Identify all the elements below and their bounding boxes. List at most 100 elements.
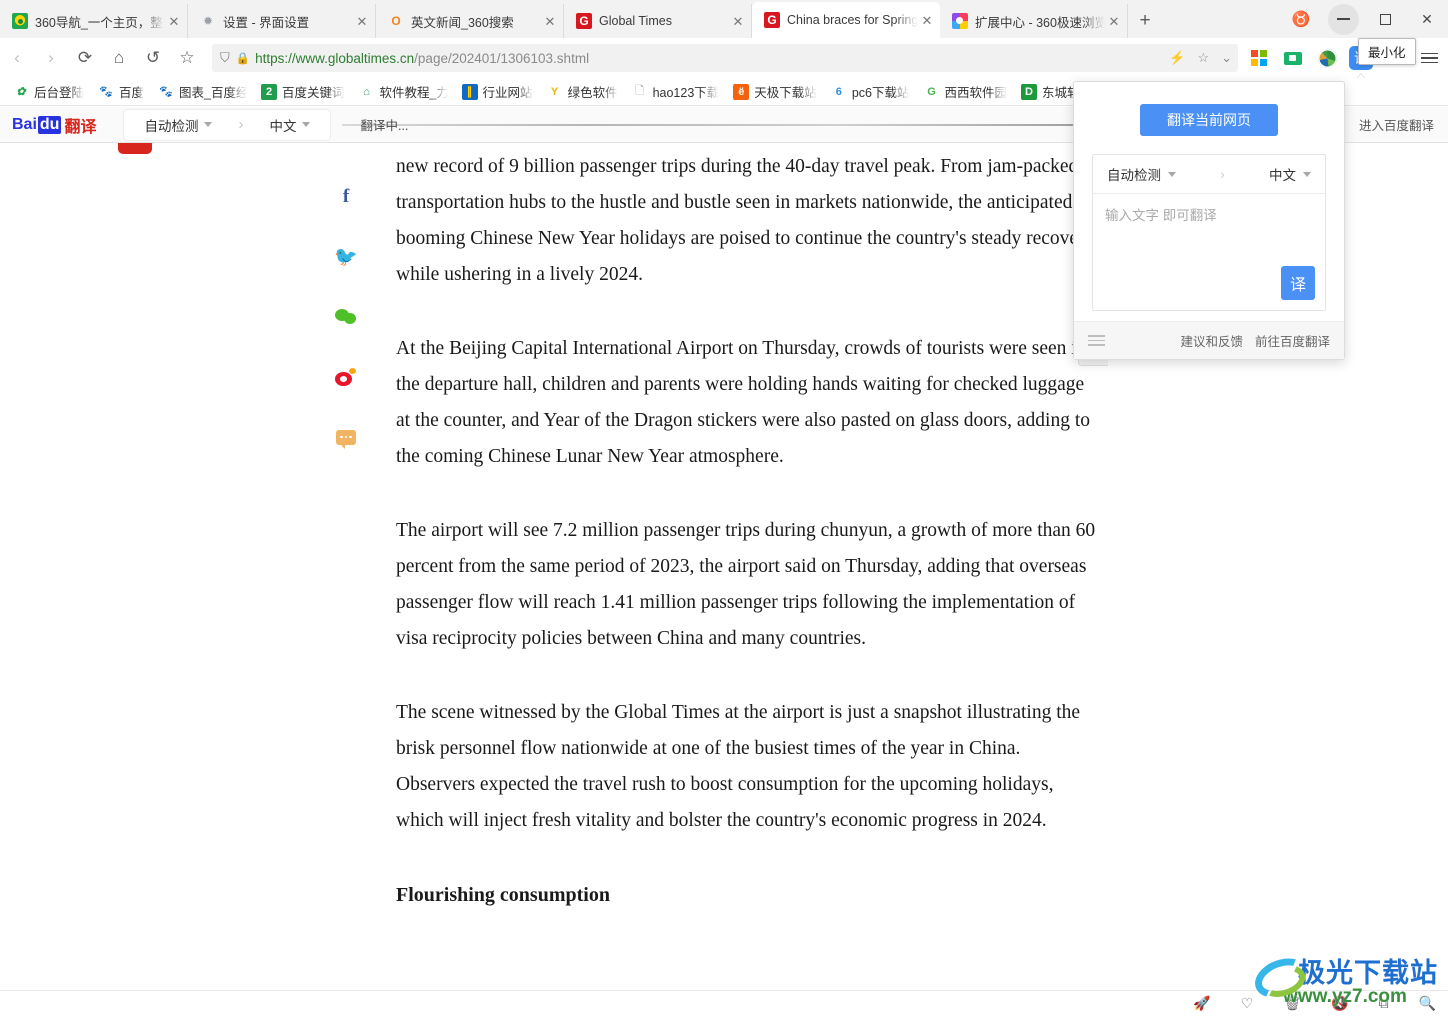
bookmark-label: 百度 bbox=[119, 86, 145, 100]
tab-label: China braces for Spring bbox=[787, 13, 918, 27]
article-subheading: Flourishing consumption bbox=[396, 884, 610, 906]
popup-target-lang-label: 中文 bbox=[1268, 168, 1296, 183]
shield-icon: ⛉ bbox=[220, 50, 230, 65]
facebook-icon[interactable]: f bbox=[334, 185, 358, 209]
tab-2[interactable]: O 英文新闻_360搜索 ✕ bbox=[376, 4, 564, 38]
tab-strip: 360导航_一个主页，整个世 ✕ ✹ 设置 - 界面设置 ✕ O 英文新闻_36… bbox=[0, 0, 1448, 38]
bookmark-label: 软件教程_力 bbox=[379, 86, 448, 100]
translate-textarea[interactable]: 输入文字 即可翻译 译 bbox=[1093, 194, 1325, 310]
browser-menu-button[interactable] bbox=[1414, 43, 1444, 73]
bookmark-item[interactable]: 2 百度关键词 bbox=[254, 82, 352, 101]
baidu-source-lang[interactable]: 自动检测 bbox=[130, 115, 226, 135]
bookmark-item[interactable]: ⌂ 软件教程_力 bbox=[352, 82, 455, 101]
bookmark-item[interactable]: 🐾 百度 bbox=[91, 82, 151, 101]
url-domain: www.globaltimes.cn bbox=[295, 50, 415, 66]
navigation-bar: ‹ › ⟳ ⌂ ↺ ☆ ⛉ 🔒 https:// www.globaltimes… bbox=[0, 38, 1448, 82]
baidu-enter-link[interactable]: 进入百度翻译 bbox=[1359, 115, 1434, 134]
translate-popup-footer: 建议和反馈 前往百度翻译 bbox=[1074, 321, 1344, 359]
360-search-icon: O bbox=[391, 14, 401, 28]
bookmark-item[interactable]: 🗋 hao123下载 bbox=[625, 82, 727, 101]
lightning-icon[interactable]: ⚡ bbox=[1169, 50, 1185, 66]
article-paragraph: new record of 9 billion passenger trips … bbox=[396, 156, 1095, 285]
forward-button[interactable]: › bbox=[34, 41, 68, 75]
weibo-icon[interactable] bbox=[334, 365, 358, 389]
voucher-icon[interactable] bbox=[1278, 43, 1308, 73]
message-icon[interactable] bbox=[334, 425, 358, 449]
article-body: new record of 9 billion passenger trips … bbox=[396, 143, 1096, 913]
hamburger-icon[interactable] bbox=[1088, 335, 1105, 346]
bookmark-label: 天极下载站 bbox=[754, 86, 817, 100]
back-button[interactable]: ‹ bbox=[0, 41, 34, 75]
paw-icon: 🐾 bbox=[159, 86, 173, 98]
baidu-status-text: 翻译中... bbox=[360, 119, 409, 133]
bookmark-star-icon[interactable]: ☆ bbox=[170, 41, 204, 75]
mute-icon[interactable]: 🔇 bbox=[1331, 995, 1348, 1012]
baidu-red-tab bbox=[118, 143, 152, 154]
baidu-target-lang[interactable]: 中文 bbox=[255, 115, 324, 135]
globaltimes-g-icon: G bbox=[764, 12, 780, 28]
chevron-down-icon[interactable]: ⌄ bbox=[1221, 50, 1232, 66]
url-path: /page/202401/1306103.shtml bbox=[414, 50, 590, 66]
360-logo-icon bbox=[12, 13, 28, 29]
bookmark-label: hao123下载 bbox=[652, 86, 720, 100]
translate-page-button[interactable]: 翻译当前网页 bbox=[1140, 104, 1278, 136]
tab-label: 英文新闻_360搜索 bbox=[411, 15, 514, 30]
theme-shirt-icon[interactable]: ♉ bbox=[1280, 0, 1322, 38]
article-paragraph: At the Beijing Capital International Air… bbox=[396, 338, 1091, 467]
tab-close-icon[interactable]: ✕ bbox=[541, 15, 559, 28]
chevron-down-icon bbox=[1302, 171, 1311, 177]
address-bar[interactable]: ⛉ 🔒 https:// www.globaltimes.cn /page/20… bbox=[212, 44, 1238, 72]
tab-5[interactable]: 扩展中心 - 360极速浏览器 ✕ bbox=[940, 4, 1128, 38]
twitter-icon[interactable]: 🐦 bbox=[334, 245, 358, 269]
chevron-down-icon bbox=[1168, 171, 1176, 177]
close-button[interactable]: ✕ bbox=[1406, 0, 1448, 38]
rocket-icon[interactable]: 🚀 bbox=[1193, 995, 1210, 1012]
history-button[interactable]: ↺ bbox=[136, 41, 170, 75]
bookmark-item[interactable]: ё 天极下载站 bbox=[726, 82, 824, 101]
reload-button[interactable]: ⟳ bbox=[68, 41, 102, 75]
tab-label: 扩展中心 - 360极速浏览器 bbox=[975, 15, 1105, 30]
tab-close-icon[interactable]: ✕ bbox=[918, 14, 936, 27]
bookmark-item[interactable]: G 西西软件园 bbox=[916, 82, 1014, 101]
new-tab-button[interactable]: + bbox=[1128, 4, 1162, 38]
bookmark-item[interactable]: Y 绿色软件 bbox=[540, 82, 625, 101]
tab-4-active[interactable]: G China braces for Spring ✕ bbox=[752, 2, 940, 38]
popup-target-lang[interactable]: 中文 bbox=[1269, 164, 1311, 184]
goto-baidu-translate-link[interactable]: 前往百度翻译 bbox=[1255, 331, 1330, 350]
favorite-star-icon[interactable]: ☆ bbox=[1197, 50, 1209, 66]
home-button[interactable]: ⌂ bbox=[102, 41, 136, 75]
tab-1[interactable]: ✹ 设置 - 界面设置 ✕ bbox=[188, 4, 376, 38]
translate-input-card: 自动检测 › 中文 输入文字 即可翻译 译 bbox=[1092, 154, 1326, 311]
tab-close-icon[interactable]: ✕ bbox=[729, 15, 747, 28]
tab-3[interactable]: G Global Times ✕ bbox=[564, 4, 752, 38]
baidu-logo-bai: Bai bbox=[12, 115, 37, 133]
idm-globe-icon[interactable] bbox=[1312, 43, 1342, 73]
microsoft-icon[interactable] bbox=[1244, 43, 1274, 73]
bookmark-item[interactable]: 🐾 图表_百度经 bbox=[151, 82, 254, 101]
screenshot-icon[interactable]: ⧉ bbox=[1379, 995, 1389, 1012]
baidu-logo-fanyi: 翻译 bbox=[64, 118, 97, 136]
popup-source-lang-label: 自动检测 bbox=[1107, 168, 1161, 183]
industry-icon: ∥ bbox=[461, 83, 478, 100]
bookmark-item[interactable]: ∥ 行业网站 bbox=[455, 82, 540, 101]
bookmark-item[interactable]: 6 pc6下载站 bbox=[824, 82, 917, 101]
feedback-link[interactable]: 建议和反馈 bbox=[1180, 331, 1243, 350]
tab-close-icon[interactable]: ✕ bbox=[1105, 15, 1123, 28]
swirl-icon: ✿ bbox=[16, 86, 26, 98]
tab-close-icon[interactable]: ✕ bbox=[353, 15, 371, 28]
heartbeat-icon[interactable]: ♡ bbox=[1241, 995, 1254, 1012]
paw-icon: 🐾 bbox=[99, 86, 113, 98]
minimize-button[interactable] bbox=[1322, 0, 1364, 38]
trash-icon[interactable]: 🗑 bbox=[1283, 995, 1301, 1012]
translate-submit-button[interactable]: 译 bbox=[1281, 266, 1315, 300]
d-icon: D bbox=[1020, 83, 1037, 100]
translate-input-placeholder: 输入文字 即可翻译 bbox=[1105, 208, 1217, 223]
tab-0[interactable]: 360导航_一个主页，整个世 ✕ bbox=[0, 4, 188, 38]
pc6-icon: 6 bbox=[835, 85, 842, 98]
zoom-icon[interactable]: 🔍 bbox=[1419, 995, 1436, 1012]
popup-source-lang[interactable]: 自动检测 bbox=[1107, 164, 1176, 184]
maximize-button[interactable] bbox=[1364, 0, 1406, 38]
tab-close-icon[interactable]: ✕ bbox=[165, 15, 183, 28]
bookmark-item[interactable]: ✿ 后台登陆 bbox=[6, 82, 91, 101]
wechat-icon[interactable] bbox=[334, 305, 358, 329]
